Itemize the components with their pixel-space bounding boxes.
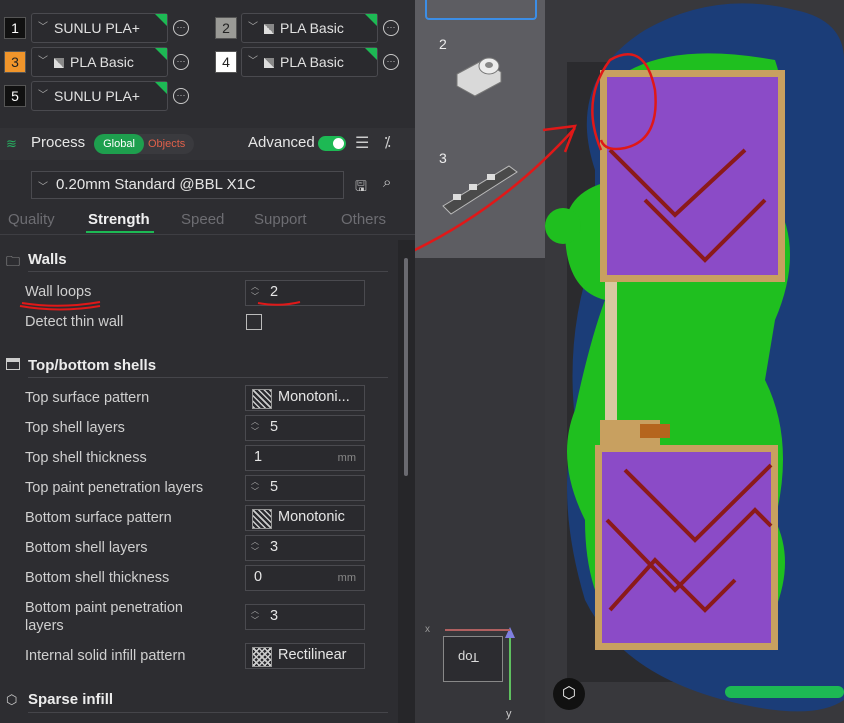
preview-viewport[interactable]: 2 3 x y Top ⬡ (415, 0, 844, 723)
view-cube[interactable]: Top (443, 636, 503, 682)
reset-view-icon[interactable]: ⬡ (553, 678, 585, 710)
y-axis-label: y (506, 708, 512, 720)
settings-panel: 1 ﹀ SUNLU PLA+ ··· 2 ﹀ PLA Basic ··· 3 ﹀… (0, 0, 415, 723)
annotation-underline (19, 301, 301, 311)
sliced-model-preview (415, 0, 844, 723)
x-axis-label: x (425, 624, 430, 635)
view-cube-label: Top (458, 650, 479, 665)
